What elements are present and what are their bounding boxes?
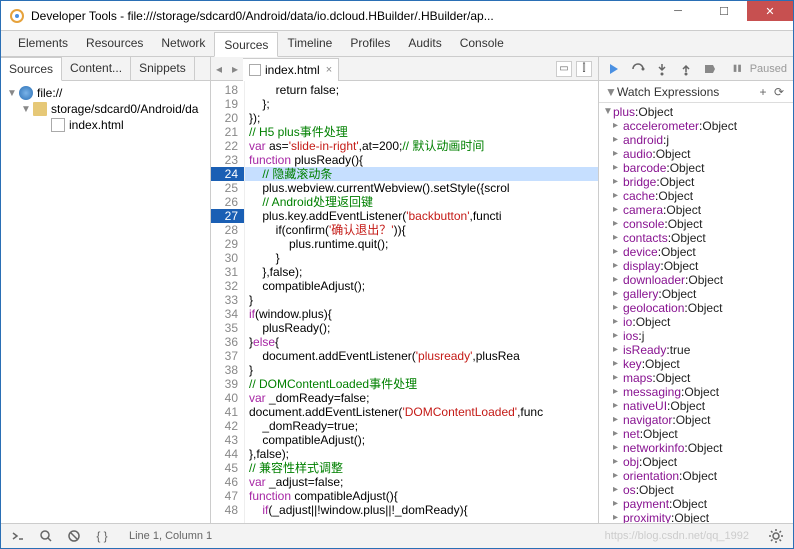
watch-item[interactable]: ▸accelerometer: Object (599, 119, 793, 133)
watch-item[interactable]: ▸key: Object (599, 357, 793, 371)
tree-file[interactable]: index.html (1, 117, 210, 133)
refresh-watch-button[interactable]: ⟳ (771, 85, 787, 99)
sidebar: SourcesContent...Snippets ▼file:// ▼stor… (1, 57, 211, 523)
watch-item[interactable]: ▸geolocation: Object (599, 301, 793, 315)
editor-split-button[interactable]: ⫿ (576, 61, 592, 77)
editor-tab[interactable]: index.html × (243, 58, 339, 81)
line-gutter: 1819202122232425262728293031323334353637… (211, 81, 245, 523)
editor-pane: ◂ ▸ index.html × ▭ ⫿ 1819202122232425262… (211, 57, 599, 523)
paused-label: Paused (750, 63, 787, 75)
watch-root[interactable]: ▼plus: Object (599, 105, 793, 119)
watch-item[interactable]: ▸payment: Object (599, 497, 793, 511)
close-button[interactable]: ✕ (747, 1, 793, 21)
tab-timeline[interactable]: Timeline (278, 31, 341, 56)
watch-item[interactable]: ▸nativeUI: Object (599, 399, 793, 413)
tab-profiles[interactable]: Profiles (341, 31, 399, 56)
tab-console[interactable]: Console (451, 31, 513, 56)
editor-tab-label: index.html (265, 63, 320, 77)
file-tree: ▼file:// ▼storage/sdcard0/Android/da ind… (1, 81, 210, 137)
watch-item[interactable]: ▸ios: j (599, 329, 793, 343)
globe-icon (19, 86, 33, 100)
watch-header[interactable]: ▼ Watch Expressions + ⟳ (599, 81, 793, 103)
watch-item[interactable]: ▸downloader: Object (599, 273, 793, 287)
close-tab-icon[interactable]: × (326, 64, 332, 76)
watch-item[interactable]: ▸maps: Object (599, 371, 793, 385)
step-out-button[interactable] (677, 60, 695, 78)
tree-root-label: file:// (37, 86, 62, 100)
subtab-snippets[interactable]: Snippets (131, 57, 195, 80)
resume-button[interactable] (605, 60, 623, 78)
tab-audits[interactable]: Audits (399, 31, 450, 56)
editor-tabs: ◂ ▸ index.html × ▭ ⫿ (211, 57, 598, 81)
tab-network[interactable]: Network (152, 31, 214, 56)
tree-folder[interactable]: ▼storage/sdcard0/Android/da (1, 101, 210, 117)
watch-header-label: Watch Expressions (617, 85, 719, 99)
main-tabs: ElementsResourcesNetworkSourcesTimelineP… (1, 31, 793, 57)
watch-item[interactable]: ▸io: Object (599, 315, 793, 329)
watch-item[interactable]: ▸barcode: Object (599, 161, 793, 175)
sidebar-tabs: SourcesContent...Snippets (1, 57, 210, 81)
watch-item[interactable]: ▸audio: Object (599, 147, 793, 161)
devtools-logo (9, 8, 25, 24)
deactivate-breakpoints-button[interactable] (701, 60, 719, 78)
minimize-button[interactable]: ─ (655, 1, 701, 21)
window-controls: ─ ☐ ✕ (655, 1, 793, 30)
watch-item[interactable]: ▸android: j (599, 133, 793, 147)
watch-item[interactable]: ▸obj: Object (599, 455, 793, 469)
settings-button[interactable] (767, 527, 785, 545)
pause-icon (731, 62, 744, 76)
error-icon[interactable] (65, 527, 83, 545)
watch-list: ▼plus: Object▸accelerometer: Object▸andr… (599, 103, 793, 523)
folder-icon (33, 102, 47, 116)
watch-item[interactable]: ▸networkinfo: Object (599, 441, 793, 455)
add-watch-button[interactable]: + (755, 85, 771, 99)
debug-controls: Paused (599, 57, 793, 81)
subtab-content[interactable]: Content... (62, 57, 131, 80)
watch-item[interactable]: ▸console: Object (599, 217, 793, 231)
nav-fwd-button[interactable]: ▸ (227, 62, 243, 76)
watch-item[interactable]: ▸messaging: Object (599, 385, 793, 399)
tab-elements[interactable]: Elements (9, 31, 77, 56)
tab-resources[interactable]: Resources (77, 31, 152, 56)
watch-item[interactable]: ▸cache: Object (599, 189, 793, 203)
watch-item[interactable]: ▸isReady: true (599, 343, 793, 357)
watch-item[interactable]: ▸gallery: Object (599, 287, 793, 301)
cursor-position: Line 1, Column 1 (129, 530, 212, 542)
tree-folder-label: storage/sdcard0/Android/da (51, 102, 198, 116)
watch-item[interactable]: ▸navigator: Object (599, 413, 793, 427)
file-icon (249, 64, 261, 76)
step-into-button[interactable] (653, 60, 671, 78)
titlebar: Developer Tools - file:///storage/sdcard… (1, 1, 793, 31)
debug-pane: Paused ▼ Watch Expressions + ⟳ ▼plus: Ob… (599, 57, 793, 523)
search-button[interactable] (37, 527, 55, 545)
tree-file-label: index.html (69, 118, 124, 132)
tree-root[interactable]: ▼file:// (1, 85, 210, 101)
watch-item[interactable]: ▸device: Object (599, 245, 793, 259)
watch-item[interactable]: ▸bridge: Object (599, 175, 793, 189)
window-title: Developer Tools - file:///storage/sdcard… (31, 9, 655, 23)
watch-item[interactable]: ▸display: Object (599, 259, 793, 273)
statusbar: { } Line 1, Column 1 https://blog.csdn.n… (1, 523, 793, 548)
editor-history-button[interactable]: ▭ (556, 61, 572, 77)
format-button[interactable]: { } (93, 527, 111, 545)
step-over-button[interactable] (629, 60, 647, 78)
watch-item[interactable]: ▸contacts: Object (599, 231, 793, 245)
nav-back-button[interactable]: ◂ (211, 62, 227, 76)
subtab-sources[interactable]: Sources (1, 57, 62, 81)
code-editor[interactable]: 1819202122232425262728293031323334353637… (211, 81, 598, 523)
maximize-button[interactable]: ☐ (701, 1, 747, 21)
watch-item[interactable]: ▸orientation: Object (599, 469, 793, 483)
file-icon (51, 118, 65, 132)
console-drawer-button[interactable] (9, 527, 27, 545)
watch-item[interactable]: ▸proximity: Object (599, 511, 793, 523)
watch-item[interactable]: ▸os: Object (599, 483, 793, 497)
watch-item[interactable]: ▸camera: Object (599, 203, 793, 217)
watch-item[interactable]: ▸net: Object (599, 427, 793, 441)
code-body[interactable]: return false; };});// H5 plus事件处理var as=… (245, 81, 598, 523)
tab-sources[interactable]: Sources (214, 32, 278, 57)
watermark: https://blog.csdn.net/qq_1992 (605, 530, 749, 542)
